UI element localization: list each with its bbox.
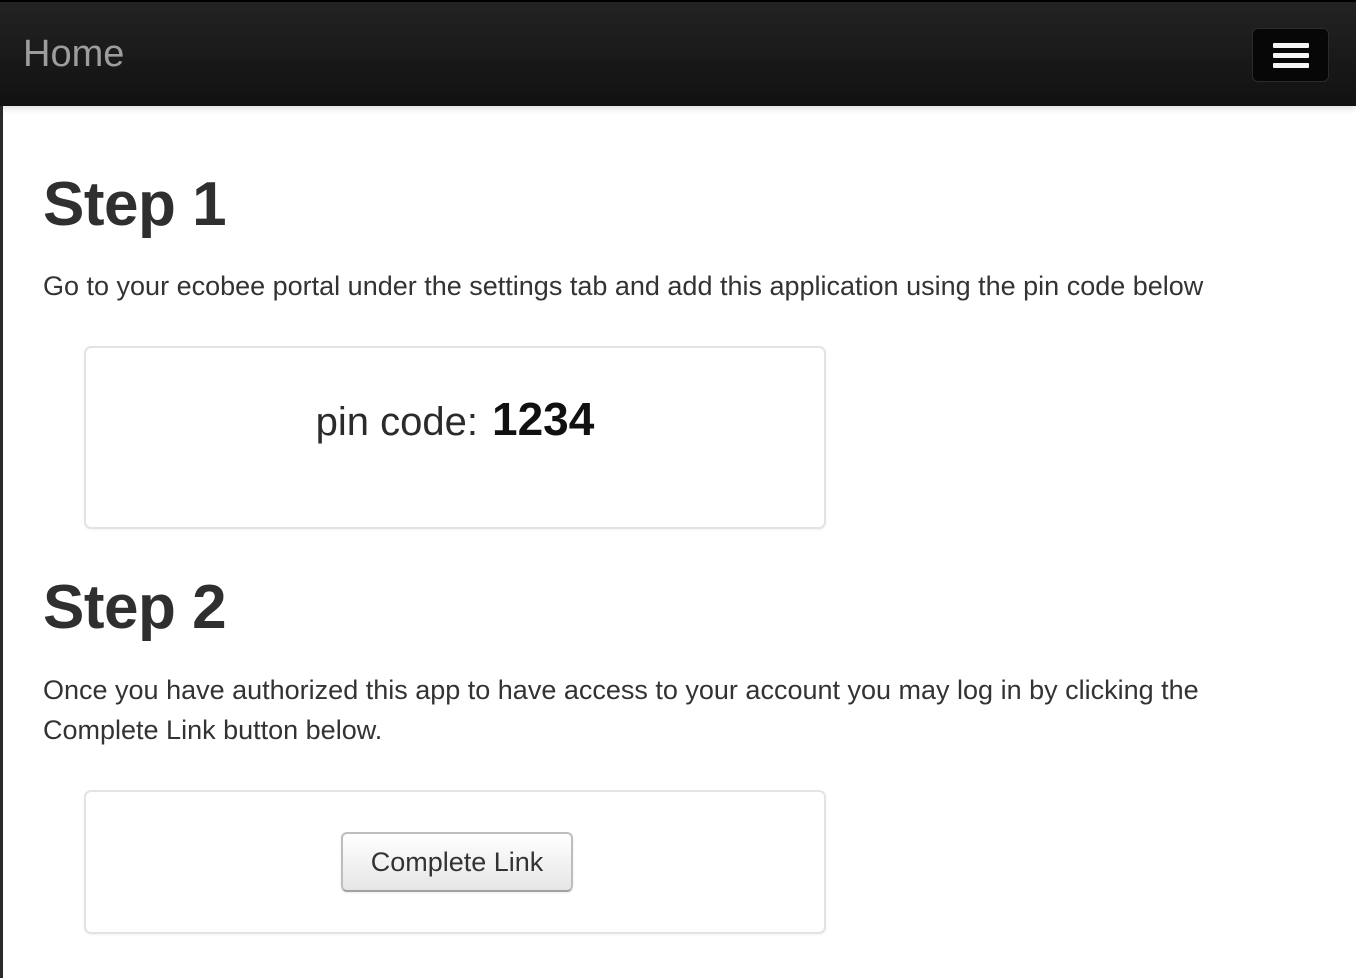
hamburger-menu-icon bbox=[1273, 43, 1309, 48]
pin-code-label: pin code: bbox=[315, 400, 478, 444]
home-brand-link[interactable]: Home bbox=[23, 32, 124, 76]
step1-heading: Step 1 bbox=[43, 170, 227, 239]
pin-code-value: 1234 bbox=[492, 393, 595, 445]
hamburger-menu-icon-bar bbox=[1273, 63, 1309, 68]
step2-heading: Step 2 bbox=[43, 573, 227, 642]
pin-code-panel: pin code: 1234 bbox=[84, 346, 826, 529]
step2-instructions: Once you have authorized this app to hav… bbox=[43, 675, 1199, 745]
pin-code-line: pin code: 1234 bbox=[86, 392, 824, 446]
step1-instructions: Go to your ecobee portal under the setti… bbox=[43, 271, 1204, 301]
complete-link-panel: Complete Link bbox=[84, 790, 826, 934]
top-navbar: Home bbox=[0, 0, 1356, 106]
window-left-edge bbox=[0, 0, 3, 978]
complete-link-button[interactable]: Complete Link bbox=[341, 832, 573, 892]
menu-toggle-button[interactable] bbox=[1252, 28, 1329, 82]
hamburger-menu-icon-bar bbox=[1273, 53, 1309, 58]
